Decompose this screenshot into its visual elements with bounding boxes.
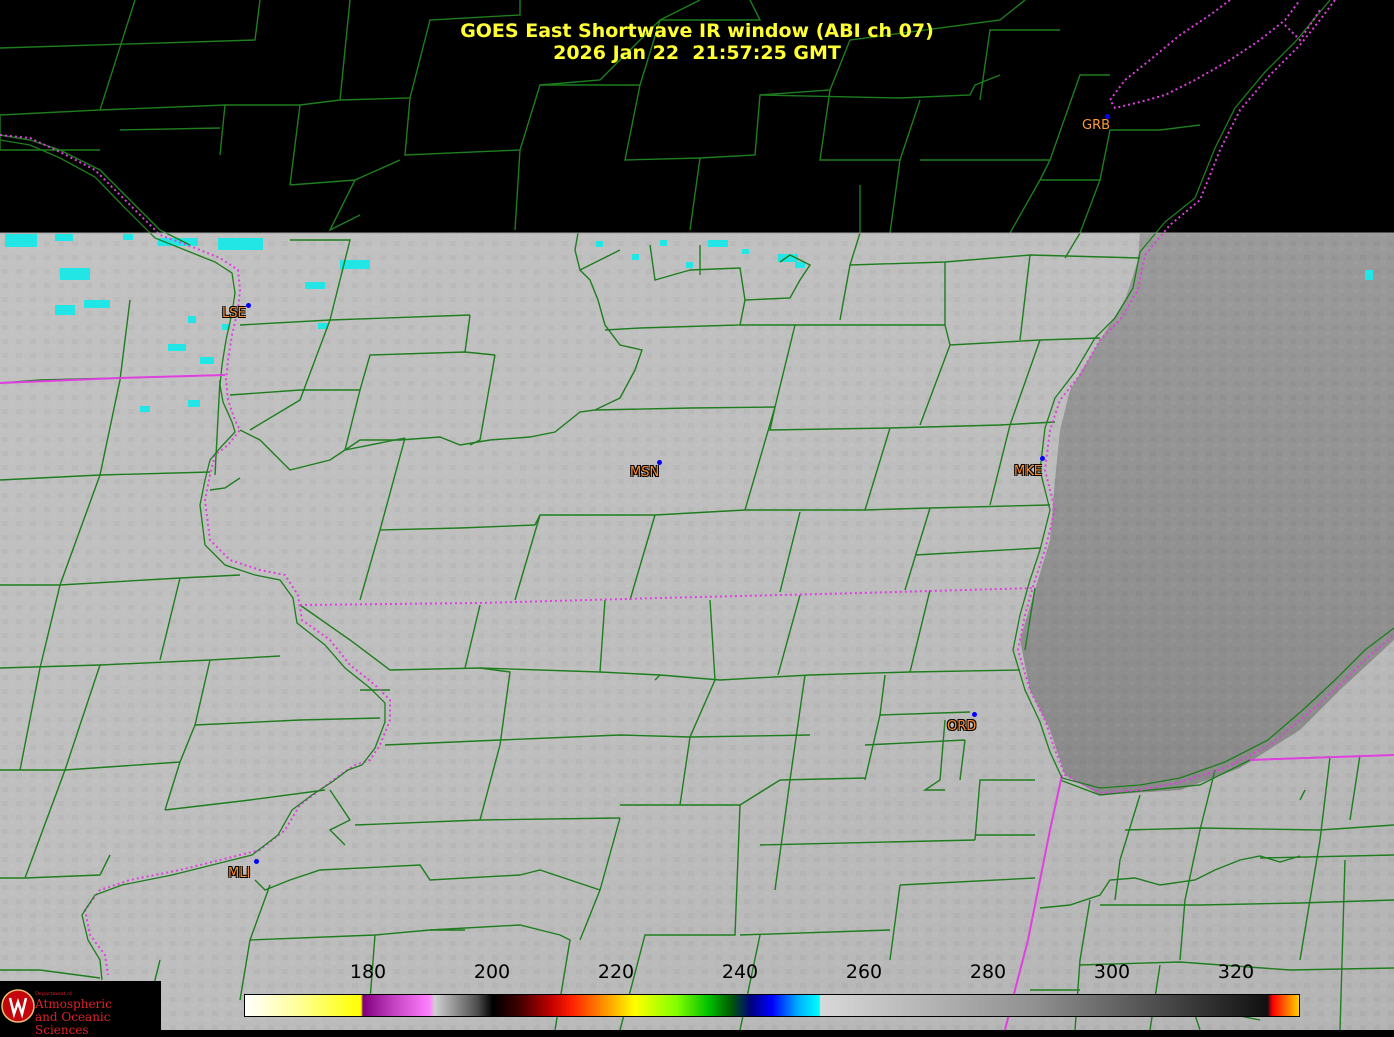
- logo-text: Department of Atmospheric and Oceanic Sc…: [35, 991, 161, 1037]
- colorbar: [244, 994, 1300, 1017]
- colorbar-tick-180: 180: [349, 961, 387, 983]
- image-title: GOES East Shortwave IR window (ABI ch 07…: [0, 20, 1394, 64]
- station-label-lse: LSE: [222, 306, 246, 321]
- logo-text-line-1: Atmospheric: [35, 997, 112, 1011]
- station-label-ord: ORD: [947, 719, 977, 734]
- satellite-map: [0, 0, 1394, 1030]
- colorbar-tick-220: 220: [597, 961, 635, 983]
- colorbar-tick-320: 320: [1217, 961, 1255, 983]
- colorbar-tick-240: 240: [721, 961, 759, 983]
- station-dot-ord: [972, 712, 977, 717]
- title-line-1: GOES East Shortwave IR window (ABI ch 07…: [460, 20, 934, 42]
- station-label-msn: MSN: [630, 465, 660, 480]
- logo-text-line-2: and Oceanic Sciences: [35, 1010, 111, 1037]
- colorbar-tick-260: 260: [845, 961, 883, 983]
- texture: [0, 233, 1394, 1030]
- colorbar-tick-labels: 180 200 220 240 260 280 300 320: [0, 961, 1394, 991]
- station-dot-lse: [246, 303, 251, 308]
- colorbar-tick-200: 200: [473, 961, 511, 983]
- station-dot-mke: [1040, 456, 1045, 461]
- uw-crest-icon: [1, 989, 35, 1023]
- station-label-mke: MKE: [1014, 464, 1042, 479]
- aos-logo: Department of Atmospheric and Oceanic Sc…: [0, 981, 161, 1037]
- colorbar-tick-300: 300: [1093, 961, 1131, 983]
- title-line-2: 2026 Jan 22 21:57:25 GMT: [553, 42, 841, 64]
- colorbar-tick-280: 280: [969, 961, 1007, 983]
- station-label-mli: MLI: [228, 866, 251, 881]
- station-dot-mli: [254, 859, 259, 864]
- station-label-grb: GRB: [1082, 118, 1111, 133]
